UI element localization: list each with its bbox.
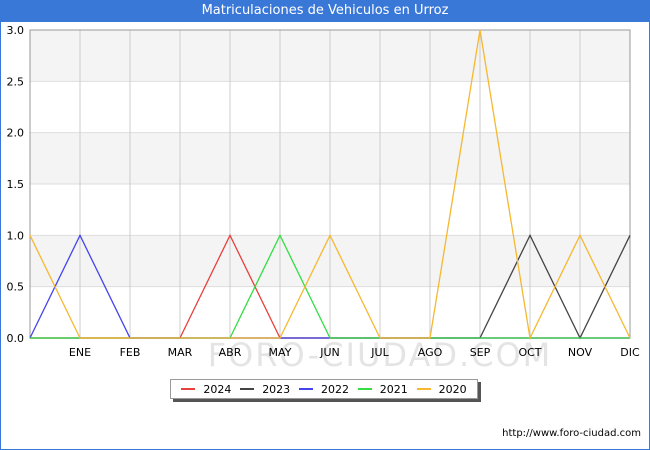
legend-label: 2021 (379, 382, 408, 396)
legend-swatch (416, 388, 431, 390)
y-tick-label: 0.5 (7, 281, 25, 294)
x-tick-label: MAR (168, 346, 193, 359)
legend-swatch (357, 388, 372, 390)
legend-item-2020: 2020 (416, 382, 467, 396)
x-tick-label: JUL (370, 346, 389, 359)
legend-item-2024: 2024 (181, 383, 231, 396)
y-tick-label: 2.0 (7, 127, 25, 140)
legend-swatch (240, 388, 255, 390)
legend-swatch (298, 388, 313, 390)
x-tick-label: OCT (518, 346, 541, 359)
x-tick-label: NOV (568, 346, 593, 359)
y-tick-label: 3.0 (7, 24, 25, 37)
legend-label: 2022 (320, 382, 349, 396)
legend-item-2023: 2023 (240, 383, 290, 396)
y-tick-label: 0.0 (7, 332, 25, 345)
x-tick-label: SEP (470, 346, 491, 359)
legend-item-2022: 2022 (298, 382, 349, 396)
y-tick-label: 1.0 (7, 229, 25, 242)
legend: 2024 2023 2022 2021 2020 (170, 379, 478, 399)
x-tick-label: FEB (120, 346, 141, 359)
x-tick-label: MAY (269, 346, 292, 359)
x-tick-label: DIC (620, 346, 640, 359)
legend-item-2021: 2021 (357, 382, 408, 396)
y-tick-label: 1.5 (7, 178, 25, 191)
legend-label: 2024 (203, 382, 232, 396)
source-url: http://www.foro-ciudad.com (502, 428, 641, 439)
x-tick-label: ENE (69, 346, 91, 359)
y-tick-label: 2.5 (7, 75, 25, 88)
x-tick-label: JUN (319, 346, 340, 359)
x-tick-label: AGO (418, 346, 443, 359)
legend-label: 2023 (262, 382, 291, 396)
legend-swatch (181, 388, 196, 390)
x-tick-label: ABR (219, 346, 242, 359)
legend-label: 2020 (438, 382, 467, 396)
